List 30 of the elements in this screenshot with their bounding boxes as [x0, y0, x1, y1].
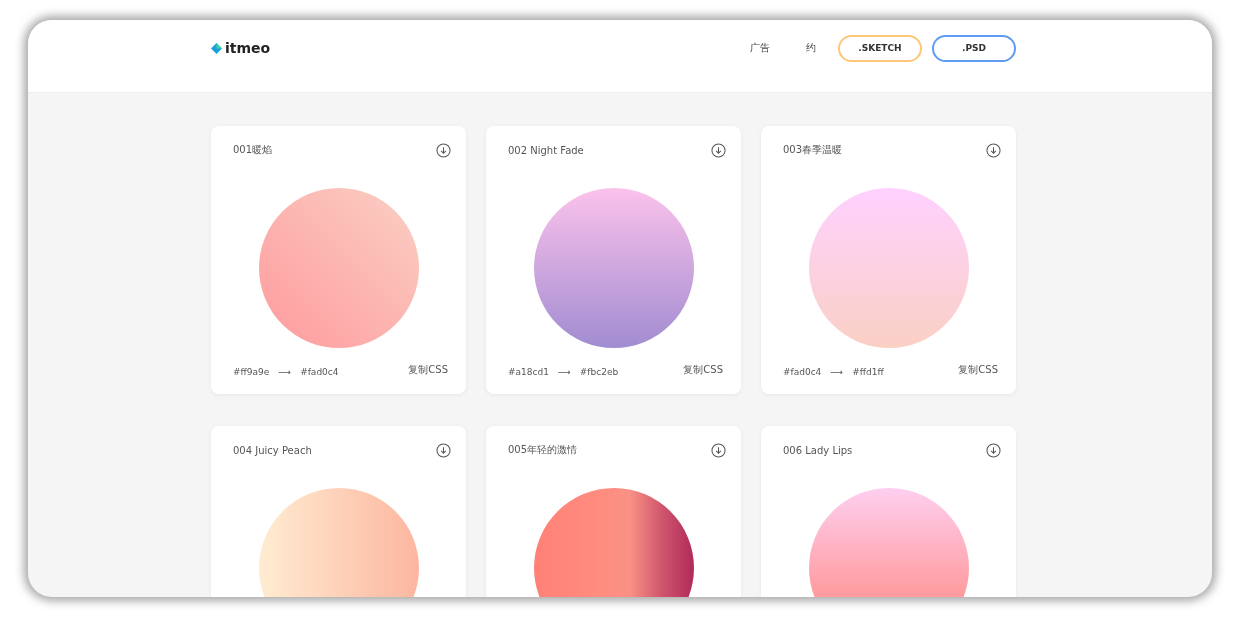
copy-css-link[interactable]: 复制CSS	[408, 363, 448, 377]
copy-css-link[interactable]: 复制CSS	[958, 363, 998, 377]
hex-code: #fad0c4	[783, 367, 822, 377]
nav-link[interactable]: 广告	[750, 41, 770, 55]
gradient-title: 001暖焰	[233, 143, 273, 157]
hex-code: #ffd1ff	[852, 367, 884, 377]
arrow-glyph: ⟶	[830, 367, 844, 377]
nav-link[interactable]: 约	[806, 41, 816, 55]
hex-code: #fad0c4	[300, 367, 339, 377]
download-icon[interactable]	[986, 442, 1001, 458]
hex-code: #ff9a9e	[233, 367, 270, 377]
download-button[interactable]: .SKETCH	[838, 34, 922, 62]
arrow-glyph: ⟶	[278, 367, 292, 377]
hex-code: #a18cd1	[508, 367, 549, 377]
download-button[interactable]: .PSD	[932, 34, 1016, 62]
hex-code: #fbc2eb	[579, 367, 619, 377]
download-icon[interactable]	[436, 142, 451, 158]
download-icon[interactable]	[436, 442, 451, 458]
copy-css-link[interactable]: 复制CSS	[683, 363, 723, 377]
gradient-title: 004 Juicy Peach	[233, 444, 312, 456]
gradient-title: 003春季温暖	[783, 143, 843, 157]
download-icon[interactable]	[711, 442, 726, 458]
gradient-title: 002 Night Fade	[508, 144, 584, 156]
gradient-title: 006 Lady Lips	[783, 444, 853, 456]
logo-icon	[211, 42, 222, 54]
arrow-glyph: ⟶	[557, 367, 571, 377]
download-icon[interactable]	[986, 142, 1001, 158]
download-icon[interactable]	[711, 142, 726, 158]
logo-text[interactable]: itmeo	[225, 40, 271, 56]
gradient-title: 005年轻的激情	[508, 443, 578, 457]
